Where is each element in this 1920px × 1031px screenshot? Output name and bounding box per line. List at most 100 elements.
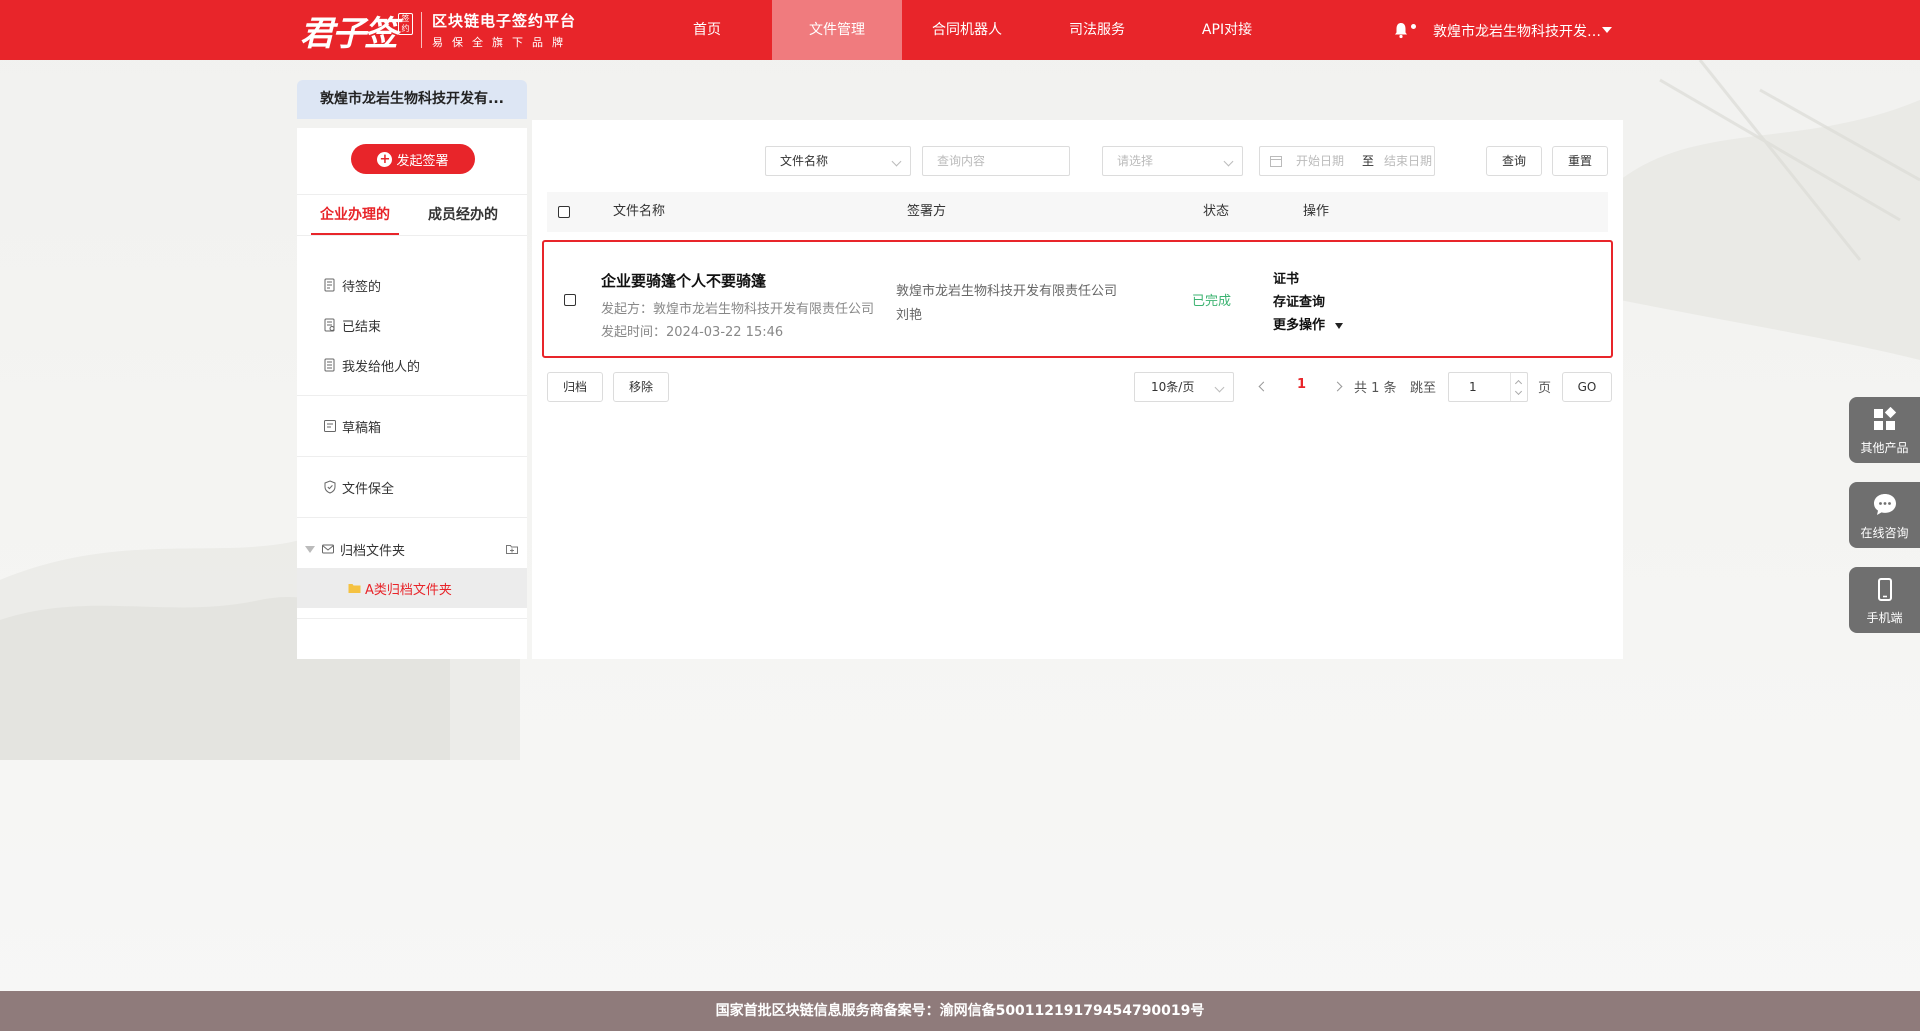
header-actions: 操作: [1303, 204, 1330, 219]
folder-icon: [348, 584, 361, 593]
logo[interactable]: 君子签 签约 区块链电子签约平台 易保全旗下品牌: [300, 8, 577, 54]
tab-member-handled[interactable]: 成员经办的: [413, 195, 513, 235]
sidebar-item-finished[interactable]: 已结束: [323, 315, 381, 335]
certificate-link[interactable]: 证书: [1273, 268, 1299, 287]
subfolder-label: A类归档文件夹: [365, 582, 452, 598]
reset-button[interactable]: 重置: [1552, 146, 1608, 176]
start-date: 开始日期: [1296, 154, 1345, 168]
caret-down-icon: [1335, 322, 1344, 329]
document-time: 发起时间：2024-03-22 15:46: [601, 325, 784, 340]
user-name[interactable]: 敦煌市龙岩生物科技开发有限责任公司: [1433, 21, 1603, 41]
draft-box-icon: [324, 420, 336, 432]
nav-file-management[interactable]: 文件管理: [772, 0, 902, 60]
status-badge: 已完成: [1192, 294, 1232, 309]
prev-page-icon[interactable]: [1258, 381, 1269, 392]
sidebar-item-label: 已结束: [342, 319, 382, 335]
divider: [297, 618, 527, 619]
header-signers: 签署方: [907, 204, 947, 219]
document-icon: [324, 278, 335, 292]
plus-icon: +: [377, 151, 393, 167]
sidebar-item-pending[interactable]: 待签的: [323, 275, 381, 295]
field-select-value: 文件名称: [780, 154, 829, 168]
status-placeholder: 请选择: [1117, 154, 1154, 168]
document-title[interactable]: 企业要骑篷个人不要骑篷: [601, 270, 766, 291]
tab-enterprise-handled[interactable]: 企业办理的: [311, 195, 399, 235]
logo-slogan: 易保全旗下品牌: [432, 36, 572, 49]
divider: [297, 456, 527, 457]
document-initiator: 发起方：敦煌市龙岩生物科技开发有限责任公司: [601, 302, 875, 317]
status-select[interactable]: 请选择: [1102, 146, 1243, 176]
archive-folder[interactable]: 归档文件夹: [305, 539, 519, 559]
chat-bubble-icon: [1874, 494, 1896, 515]
current-page[interactable]: 1: [1297, 377, 1306, 392]
more-actions-dropdown[interactable]: 更多操作: [1273, 314, 1344, 333]
archive-folder-label: 归档文件夹: [340, 543, 406, 559]
sidebar: + 发起签署 企业办理的 成员经办的 待签的 已结束 我发给他人的 草稿箱 文件…: [297, 128, 527, 659]
online-consult-label: 在线咨询: [1860, 526, 1909, 540]
query-placeholder: 查询内容: [937, 154, 986, 168]
bell-icon[interactable]: [1392, 21, 1410, 39]
sidebar-item-preservation[interactable]: 文件保全: [323, 477, 394, 497]
select-all-checkbox[interactable]: [558, 206, 570, 218]
shield-icon: [324, 480, 336, 494]
logo-seal: 签约: [398, 13, 413, 35]
next-page-icon[interactable]: [1332, 381, 1343, 392]
logo-separator: [421, 12, 422, 48]
table-row: 企业要骑篷个人不要骑篷 发起方：敦煌市龙岩生物科技开发有限责任公司 发起时间：2…: [542, 240, 1613, 358]
logo-title: 区块链电子签约平台: [432, 12, 577, 30]
top-header: 君子签 签约 区块链电子签约平台 易保全旗下品牌 首页 文件管理 合同机器人 司…: [0, 0, 1920, 60]
sidebar-tabs: 企业办理的 成员经办的: [297, 194, 527, 236]
start-signing-label: 发起签署: [396, 153, 449, 169]
grid-apps-icon: [1874, 407, 1897, 430]
chevron-down-icon: [1214, 382, 1225, 393]
other-products-label: 其他产品: [1860, 441, 1909, 455]
evidence-query-link[interactable]: 存证查询: [1273, 291, 1325, 310]
divider: [297, 395, 527, 396]
main-panel: 文件名称 查询内容 请选择 开始日期 至 结束日期 查询 重置 文件名称 签署方…: [532, 120, 1623, 659]
jump-page-value: 1: [1469, 380, 1477, 394]
online-consult-button[interactable]: 在线咨询: [1849, 482, 1920, 548]
date-range-picker[interactable]: 开始日期 至 结束日期: [1259, 146, 1435, 176]
row-checkbox[interactable]: [564, 294, 576, 306]
table-header: 文件名称 签署方 状态 操作: [547, 192, 1608, 232]
page-size-value: 10条/页: [1151, 380, 1195, 394]
other-products-button[interactable]: 其他产品: [1849, 397, 1920, 463]
divider: [297, 517, 527, 518]
mobile-button[interactable]: 手机端: [1849, 567, 1920, 633]
caret-down-icon[interactable]: [305, 545, 315, 553]
nav-judicial-service[interactable]: 司法服务: [1032, 0, 1162, 60]
nav-api[interactable]: API对接: [1162, 0, 1292, 60]
start-signing-button[interactable]: + 发起签署: [351, 144, 475, 174]
nav-home[interactable]: 首页: [642, 0, 772, 60]
add-folder-icon[interactable]: [505, 542, 519, 556]
chevron-down-icon: [891, 156, 902, 167]
archive-button[interactable]: 归档: [547, 372, 603, 402]
calendar-icon: [1270, 156, 1282, 167]
mail-icon: [322, 544, 334, 554]
sidebar-item-drafts[interactable]: 草稿箱: [323, 416, 381, 436]
sidebar-item-sent-to-others[interactable]: 我发给他人的: [323, 355, 420, 375]
page-unit-label: 页: [1538, 381, 1552, 396]
query-input[interactable]: 查询内容: [922, 146, 1070, 176]
nav-contract-robot[interactable]: 合同机器人: [902, 0, 1032, 60]
field-select[interactable]: 文件名称: [765, 146, 911, 176]
sidebar-item-subfolder[interactable]: A类归档文件夹: [297, 568, 527, 608]
remove-button[interactable]: 移除: [613, 372, 669, 402]
page-size-select[interactable]: 10条/页: [1134, 372, 1234, 402]
signer-person: 刘艳: [896, 308, 923, 323]
logo-main-text: 君子签: [300, 13, 398, 54]
stepper[interactable]: [1510, 373, 1527, 401]
jump-page-input[interactable]: 1: [1448, 372, 1528, 402]
footer-record-number: 国家首批区块链信息服务商备案号：渝网信备50011219179454790019…: [0, 991, 1920, 1031]
company-tab[interactable]: 敦煌市龙岩生物科技开发有...: [297, 80, 527, 119]
document-icon: [324, 318, 335, 332]
main-nav: 首页 文件管理 合同机器人 司法服务 API对接: [642, 0, 1292, 60]
sidebar-item-label: 文件保全: [342, 481, 395, 497]
sidebar-item-label: 草稿箱: [342, 420, 382, 436]
signer-company: 敦煌市龙岩生物科技开发有限责任公司: [896, 284, 1118, 299]
more-actions-label: 更多操作: [1273, 318, 1326, 333]
jump-to-label: 跳至: [1410, 381, 1437, 396]
search-button[interactable]: 查询: [1486, 146, 1542, 176]
go-button[interactable]: GO: [1562, 372, 1612, 402]
chevron-down-icon[interactable]: [1602, 27, 1612, 33]
